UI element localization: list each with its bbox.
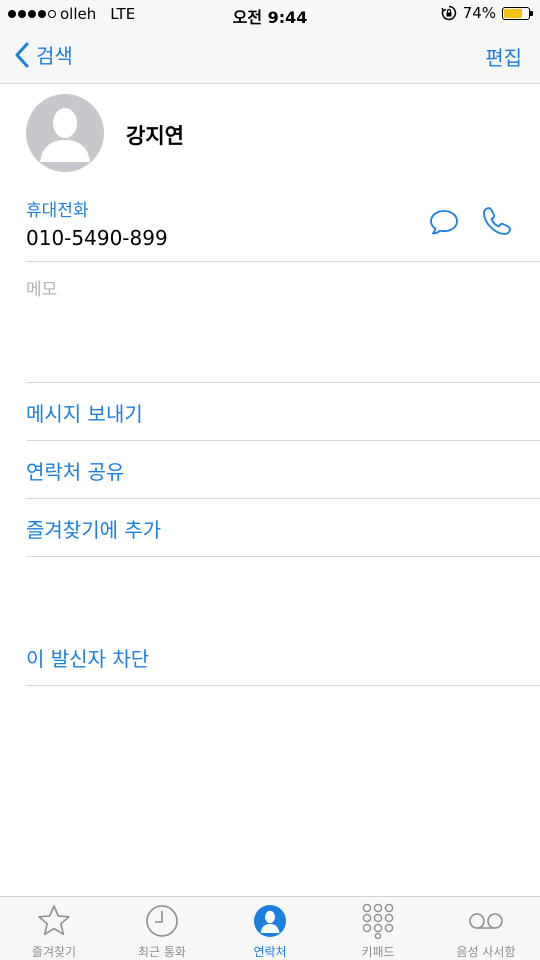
contact-name: 강지연 <box>126 124 184 148</box>
back-button[interactable]: 검색 <box>14 40 73 69</box>
tab-recents[interactable]: 최근 통화 <box>108 897 216 960</box>
keypad-icon <box>362 903 394 939</box>
tab-favorites[interactable]: 즐겨찾기 <box>0 897 108 960</box>
tab-contacts[interactable]: 연락처 <box>216 897 324 960</box>
phone-label: 휴대전화 <box>26 201 89 221</box>
star-icon <box>38 905 70 936</box>
block-caller-button[interactable]: 이 발신자 차단 <box>26 643 149 672</box>
share-contact-button[interactable]: 연락처 공유 <box>26 456 124 485</box>
divider <box>26 685 540 686</box>
divider <box>26 382 540 383</box>
divider <box>26 440 540 441</box>
status-right: 74% <box>440 4 533 22</box>
navigation-bar: 검색 편집 <box>0 28 540 84</box>
divider <box>26 556 540 557</box>
send-message-button[interactable]: 메시지 보내기 <box>26 398 143 427</box>
tab-label: 최근 통화 <box>138 945 186 959</box>
contacts-icon <box>254 905 286 937</box>
voicemail-icon <box>469 913 503 929</box>
battery-percent: 74% <box>462 4 496 22</box>
battery-icon <box>502 6 533 20</box>
status-bar: olleh LTE 오전 9:44 74% <box>0 0 540 28</box>
phone-number[interactable]: 010-5490-899 <box>26 226 168 250</box>
chevron-left-icon <box>15 42 29 67</box>
tab-label: 즐겨찾기 <box>31 945 77 959</box>
tab-keypad[interactable]: 키패드 <box>324 897 432 960</box>
edit-button[interactable]: 편집 <box>485 42 522 71</box>
tab-label: 키패드 <box>361 945 395 959</box>
person-silhouette-icon <box>40 108 90 162</box>
tab-voicemail[interactable]: 음성 사서함 <box>432 897 540 960</box>
rotation-lock-icon <box>440 5 456 21</box>
back-label: 검색 <box>36 44 73 68</box>
divider <box>26 261 540 262</box>
battery-cap <box>530 10 533 16</box>
memo-label[interactable]: 메모 <box>26 275 57 300</box>
tab-label: 연락처 <box>253 945 287 959</box>
tab-bar: 즐겨찾기 최근 통화 연락처 키패드 음성 사서함 <box>0 896 540 960</box>
clock-icon <box>146 905 178 937</box>
avatar <box>26 94 104 172</box>
phone-call-icon[interactable] <box>480 204 514 238</box>
tab-label: 음성 사서함 <box>456 945 516 959</box>
message-icon[interactable] <box>428 206 460 238</box>
add-favorite-button[interactable]: 즐겨찾기에 추가 <box>26 514 161 543</box>
divider <box>26 498 540 499</box>
battery-fill <box>504 8 522 18</box>
